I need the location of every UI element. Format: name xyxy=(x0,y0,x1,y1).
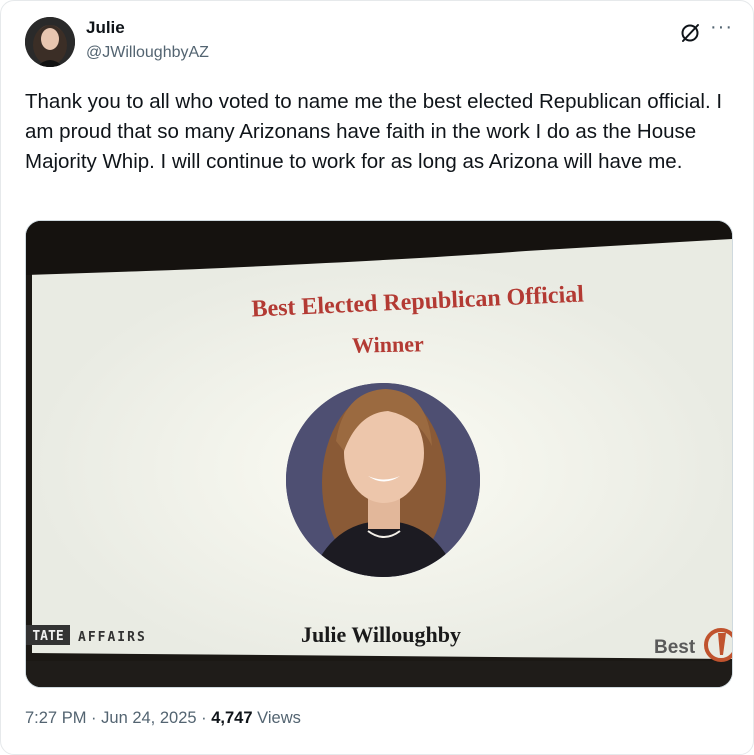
avatar-image xyxy=(25,17,75,67)
slide-subtitle: Winner xyxy=(352,331,424,358)
right-logo-text: Best xyxy=(654,637,696,658)
views-label: Views xyxy=(257,709,301,727)
views-count[interactable]: 4,747 xyxy=(211,709,252,727)
grok-icon[interactable] xyxy=(679,22,701,44)
more-options-icon[interactable]: ··· xyxy=(710,17,734,41)
tweet-time[interactable]: 7:27 PM xyxy=(25,709,86,727)
tweet-date[interactable]: Jun 24, 2025 xyxy=(101,709,196,727)
tweet-card: Julie @JWilloughbyAZ ··· Thank you to al… xyxy=(0,0,754,755)
winner-name: Julie Willoughby xyxy=(301,622,461,647)
left-logo-text: TATE xyxy=(32,629,63,644)
left-logo-suffix: AFFAIRS xyxy=(78,630,147,645)
author-handle[interactable]: @JWilloughbyAZ xyxy=(86,44,209,62)
avatar[interactable] xyxy=(25,17,75,67)
tweet-metadata: 7:27 PM · Jun 24, 2025 · 4,747 Views xyxy=(25,709,301,727)
tweet-photo[interactable]: Best Elected Republican Official Winner … xyxy=(25,220,733,688)
author-name[interactable]: Julie xyxy=(86,18,125,38)
tweet-text: Thank you to all who voted to name me th… xyxy=(25,90,728,173)
